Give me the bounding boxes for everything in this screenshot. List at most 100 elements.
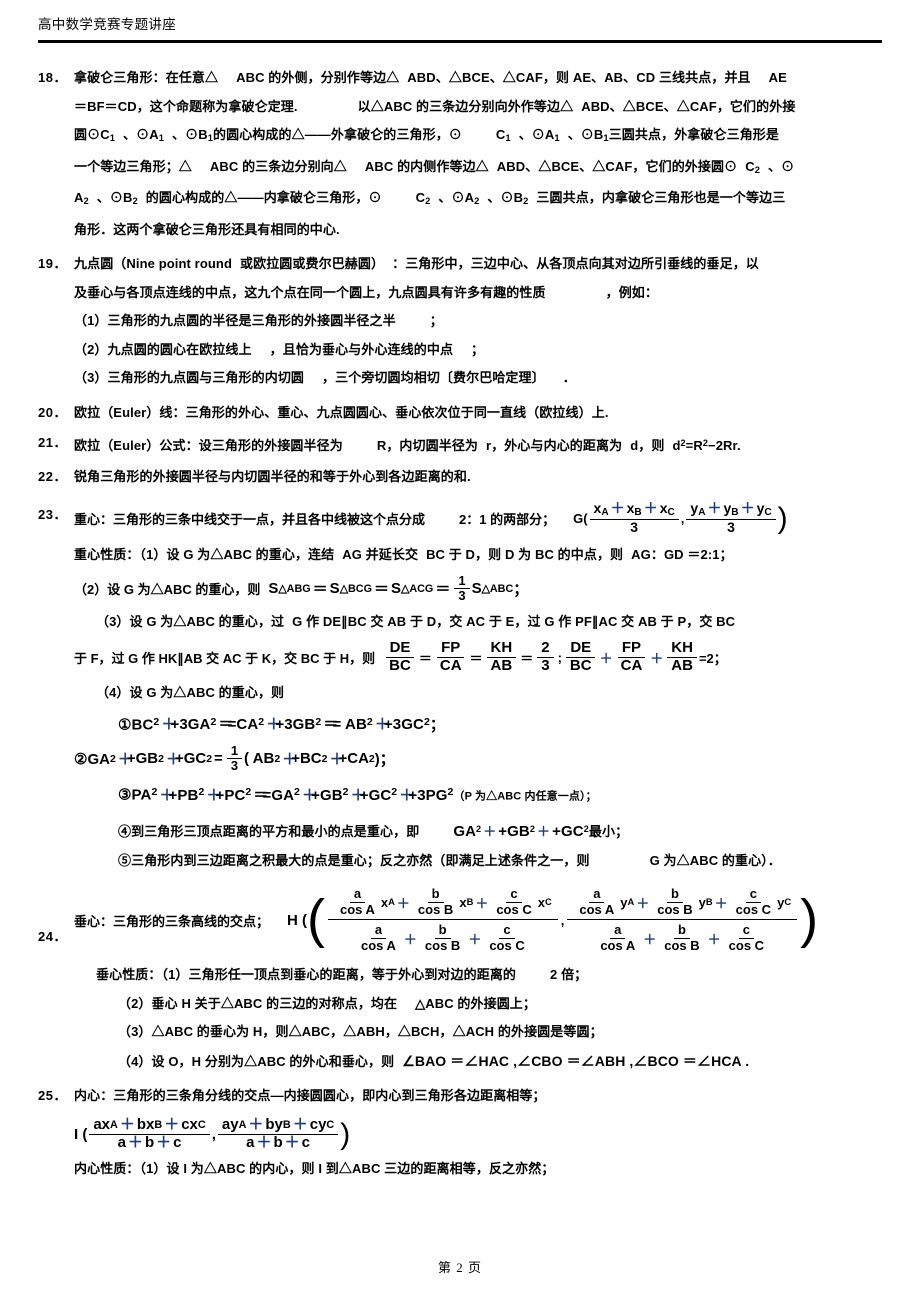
t: cos A bbox=[340, 901, 375, 917]
t: BC 于 D，则 D 为 BC 的中点，则 bbox=[426, 547, 624, 563]
t: A bbox=[74, 190, 84, 206]
t: GA bbox=[453, 823, 477, 841]
t: ； bbox=[513, 581, 529, 599]
t: 2 bbox=[132, 196, 138, 207]
item-24: 24． 垂心：三角形的三条高线的交点； H ( ( a cos A xA ＋ b… bbox=[38, 887, 886, 1076]
t: 2 bbox=[83, 196, 89, 207]
t: a cos A xA ＋ b cos B xB ＋ c cos C xC bbox=[328, 887, 558, 921]
t: 2 倍； bbox=[550, 967, 588, 983]
t: 2 bbox=[537, 640, 554, 659]
t: ABC 的三条边分别向△ bbox=[209, 158, 347, 174]
euler-formula: d2=R2−2Rr. bbox=[672, 438, 740, 453]
item-22-body: 锐角三角形的外接圆半径与内切圆半径的和等于外心到各边距离的和. bbox=[74, 463, 886, 492]
incenter-formula: I ( ax A ＋ bx B ＋ cx C a ＋ b ＋ c , ay A ＋ by B ＋ cy C a ＋ b ＋… bbox=[74, 1115, 350, 1152]
frac-one-third-2: 13 bbox=[226, 743, 243, 774]
t: +CA bbox=[338, 750, 369, 768]
t: △ACG bbox=[401, 583, 434, 596]
item-18-line-1: 拿破仑三角形：在任意△ ABC 的外侧，分别作等边△ ABD、△BCE、△CAF，则… bbox=[74, 64, 886, 93]
item-25-body: 内心：三角形的三条角分线的交点—内接圆圆心，即内心到三角形各边距离相等； I (… bbox=[74, 1082, 886, 1184]
t: =R bbox=[685, 438, 703, 454]
item-21-line-1: 欧拉（Euler）公式：设三角形的外接圆半径为 R，内切圆半径为 r，外心与内心的距… bbox=[74, 429, 886, 461]
item-23-number: 23． bbox=[38, 507, 67, 523]
t: 、⊙A bbox=[123, 127, 159, 142]
t: C bbox=[326, 1119, 335, 1132]
t: KH bbox=[486, 640, 517, 659]
t: cx bbox=[181, 1115, 198, 1133]
frac-fp-ca: FP CA bbox=[436, 640, 466, 675]
frac-b-cosB: b cos B bbox=[414, 887, 457, 917]
t: C bbox=[197, 1119, 206, 1132]
item-23-eq-3: ③PA2 ＋+PB2 ＋+PC2 ＝=GA2 ＋+GB2 ＋+GC2 ＋+3PG2（P 为△… bbox=[118, 785, 597, 804]
item-25-number: 25． bbox=[38, 1088, 67, 1104]
item-24-number: 24． bbox=[38, 929, 67, 945]
item-18-line-6: 角形．这两个拿破仑三角形还具有相同的中心. bbox=[74, 221, 340, 237]
t: = bbox=[214, 750, 223, 768]
item-24-prop-1: 垂心性质：（1）三角形任一顶点到垂心的距离，等于外心到对边的距离的 2 倍； bbox=[74, 961, 886, 990]
t: cos C bbox=[489, 937, 525, 953]
t: C bbox=[784, 897, 792, 908]
item-19-number: 19． bbox=[38, 256, 67, 272]
t: , bbox=[680, 510, 685, 526]
t: ) bbox=[777, 501, 788, 535]
t: B bbox=[466, 897, 474, 908]
item-22-line-1: 锐角三角形的外接圆半径与内切圆半径的和等于外心到各边距离的和. bbox=[74, 468, 471, 484]
t: +PC bbox=[215, 786, 246, 804]
t: 2 bbox=[425, 196, 431, 207]
item-21-body: 欧拉（Euler）公式：设三角形的外接圆半径为 R，内切圆半径为 r，外心与内心的距… bbox=[74, 429, 886, 461]
t: cos A bbox=[600, 937, 636, 953]
t: （1）三角形的九点圆的半径是三角形的外接圆半径之半 bbox=[74, 313, 396, 329]
t: 、⊙B bbox=[96, 190, 133, 206]
t: △ABC bbox=[481, 583, 514, 596]
t: 3 bbox=[458, 588, 466, 604]
t: c bbox=[499, 923, 515, 939]
one-third-fraction: 1 3 bbox=[454, 573, 470, 604]
t: +GC bbox=[552, 823, 584, 841]
t: C bbox=[667, 507, 675, 519]
t: c bbox=[173, 1133, 182, 1151]
t: a bbox=[117, 1133, 126, 1151]
item-23-eq-1: ①BC2 ＋+3GA2 ＝=CA2 ＋+3GB2 ＝= AB2 ＋+3GC2； bbox=[118, 715, 446, 734]
t: cos B bbox=[424, 937, 461, 953]
item-24-body: 垂心：三角形的三条高线的交点； H ( ( a cos A xA ＋ b cos B… bbox=[74, 887, 886, 1076]
frac-b-cosB-y: b cos B bbox=[653, 887, 696, 917]
t: ，且恰为垂心与外心连线的中点 bbox=[269, 341, 454, 357]
t: S bbox=[329, 580, 340, 598]
t: +GB bbox=[498, 823, 530, 841]
frac-c-cosC-y: c cos C bbox=[732, 887, 775, 917]
item-23-prop-3-line-2: 于 F，过 G 作 HK∥AB 交 AC 于 K，交 BC 于 H，则 DE BC… bbox=[74, 640, 886, 675]
t: ③PA bbox=[118, 786, 152, 804]
t: FP bbox=[617, 640, 646, 659]
item-20: 20． 欧拉（Euler）线：三角形的外心、重心、九点圆圆心、垂心依次位于同一直… bbox=[38, 399, 886, 428]
item-24-prop-4: （4）设 O，H 分别为△ABC 的外心和垂心，则 ∠BAO ＝∠HAC ,∠CB… bbox=[74, 1047, 886, 1077]
t: 垂心：三角形的三条高线的交点； bbox=[74, 913, 270, 929]
frac-b-cosB-yden: b cos B bbox=[660, 923, 703, 953]
t: B bbox=[282, 1119, 291, 1132]
t: cy bbox=[309, 1115, 327, 1133]
t: b bbox=[144, 1133, 155, 1151]
t: d bbox=[672, 438, 681, 454]
t: x bbox=[537, 894, 545, 910]
t: ，例如： bbox=[605, 284, 659, 300]
t: 三圆共点，外拿破仑三角形是 bbox=[608, 127, 780, 142]
frac-fp-ca-2: FP CA bbox=[617, 640, 647, 675]
t: C bbox=[745, 158, 755, 174]
item-23-line-1: 重心：三角形的三条中线交于一点，并且各中线被这个点分成 2：1 的两部分； G( … bbox=[74, 500, 886, 535]
t: （2）设 G 为△ABC 的重心，则 bbox=[74, 582, 261, 598]
t: 内心性质：（1）设 I 为△ABC 的内心，则 I 到△ABC 三边的距离相等，… bbox=[74, 1161, 555, 1177]
t: b bbox=[666, 887, 683, 903]
item-24-prop-3: （3）△ABC 的垂心为 H，则△ABC，△ABH，△BCH，△ACH 的外接圆… bbox=[74, 1018, 886, 1047]
t: a bbox=[349, 887, 366, 903]
t: 1 bbox=[158, 133, 164, 144]
frac-a-cosA-yden: a cos A bbox=[596, 923, 639, 953]
item-19-line-2: 及垂心与各顶点连线的中点，这九个点在同一个圆上，九点圆具有许多有趣的性质 ，例如： bbox=[74, 279, 886, 308]
item-18-line-4: 一个等边三角形；△ ABC 的三条边分别向△ ABC 的内侧作等边△ ABD、△BCE… bbox=[74, 153, 886, 185]
frac-a-cosA-den: a cos A bbox=[357, 923, 400, 953]
t: 2 bbox=[523, 196, 529, 207]
t: A bbox=[698, 507, 706, 519]
t: +PB bbox=[168, 786, 199, 804]
t: H ( bbox=[287, 911, 308, 929]
centroid-y-fraction: yA ＋ yB ＋ yC 3 bbox=[686, 500, 776, 535]
item-23-prop-1: 重心性质：（1）设 G 为△ABC 的重心，连结 AG 并延长交 BC 于 D，则 … bbox=[74, 541, 886, 570]
item-20-number: 20． bbox=[38, 404, 67, 420]
t: 、⊙B bbox=[567, 127, 604, 142]
